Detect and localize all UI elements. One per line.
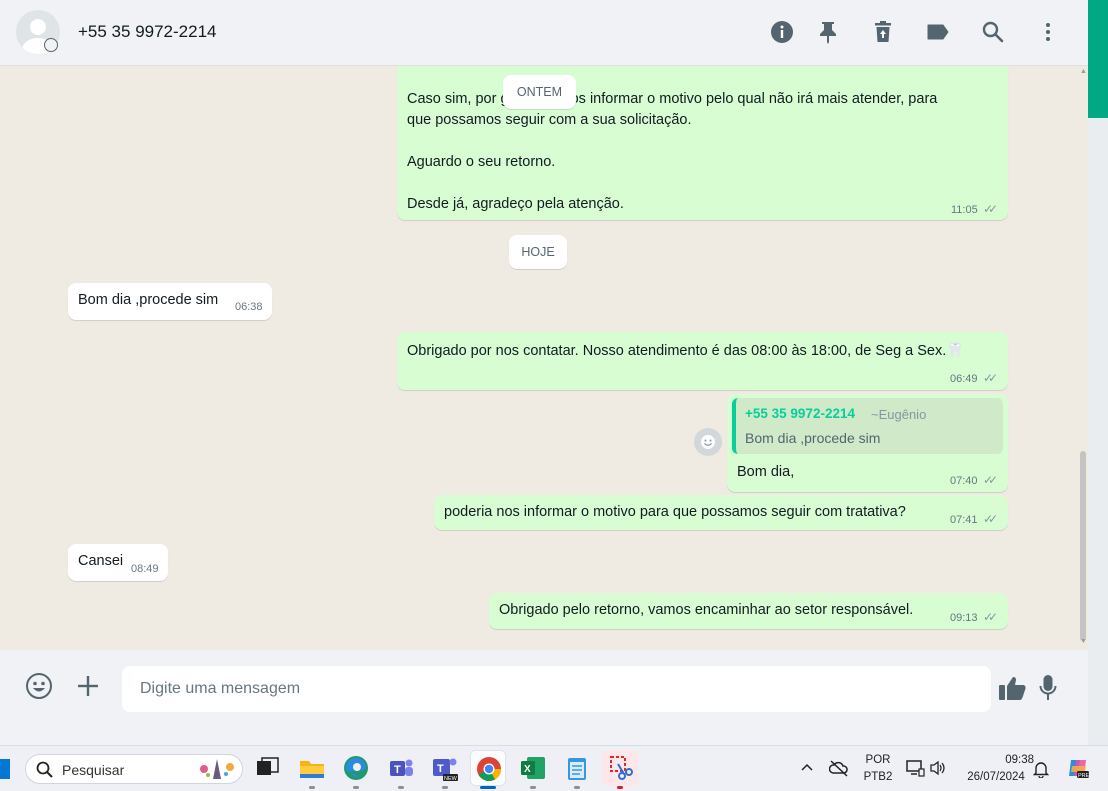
message-text: Aguardo o seu retorno. bbox=[407, 154, 556, 170]
message-text: Cansei bbox=[78, 553, 124, 569]
chrome-icon bbox=[477, 757, 501, 782]
message-incoming[interactable]: Bom dia ,procede sim 06:38 bbox=[68, 283, 272, 320]
label-icon[interactable] bbox=[924, 18, 952, 46]
svg-text:X: X bbox=[524, 764, 531, 775]
svg-text:NEW: NEW bbox=[444, 776, 458, 782]
running-indicator bbox=[309, 786, 315, 789]
notification-bell-icon[interactable] bbox=[1032, 760, 1050, 783]
scroll-down-icon[interactable]: ▼ bbox=[1080, 638, 1087, 645]
svg-text:T: T bbox=[437, 763, 444, 775]
clock-date[interactable]: 26/07/2024 bbox=[960, 771, 1032, 783]
message-outgoing-reply[interactable]: +55 35 9972-2214 ~Eugênio Bom dia ,proce… bbox=[727, 394, 1008, 492]
running-indicator bbox=[530, 786, 536, 789]
message-time: 06:38 bbox=[235, 301, 263, 313]
message-time: 09:13 bbox=[950, 612, 978, 624]
message-time: 08:49 bbox=[131, 563, 159, 575]
microphone-icon[interactable] bbox=[1039, 674, 1057, 707]
message-text: que possamos seguir com a sua solicitaçã… bbox=[407, 112, 692, 128]
date-divider: HOJE bbox=[509, 235, 567, 269]
message-input[interactable] bbox=[122, 666, 991, 712]
running-indicator bbox=[574, 786, 580, 789]
network-icon[interactable] bbox=[905, 759, 925, 782]
accent-strip bbox=[1088, 0, 1108, 118]
scroll-up-icon[interactable]: ▲ bbox=[1080, 68, 1087, 75]
start-icon[interactable] bbox=[0, 759, 10, 779]
svg-text:PRE: PRE bbox=[1078, 773, 1090, 779]
message-text: Caso sim, por gentileza nos informar o m… bbox=[407, 91, 938, 107]
file-explorer-icon[interactable] bbox=[298, 754, 326, 782]
active-indicator bbox=[480, 786, 496, 789]
quoted-author: +55 35 9972-2214 bbox=[745, 406, 855, 421]
whatsapp-window: +55 35 9972-2214 Caso sim, por gentileza… bbox=[0, 0, 1088, 722]
volume-icon[interactable] bbox=[929, 760, 947, 781]
message-text: Bom dia ,procede sim bbox=[78, 292, 219, 308]
message-text: Obrigado pelo retorno, vamos encaminhar … bbox=[499, 602, 914, 618]
message-text: Obrigado por nos contatar. Nosso atendim… bbox=[407, 343, 965, 359]
message-outgoing[interactable]: Obrigado por nos contatar. Nosso atendim… bbox=[397, 332, 1008, 390]
teams-icon[interactable]: T bbox=[387, 754, 415, 782]
attach-plus-icon[interactable] bbox=[76, 674, 100, 703]
message-time: 11:05 bbox=[951, 204, 978, 216]
notepad-icon[interactable] bbox=[563, 754, 591, 782]
running-indicator bbox=[398, 786, 404, 789]
info-icon[interactable] bbox=[768, 18, 796, 46]
windows-taskbar: Pesquisar T T NEW X POR PTB2 09:38 26/07… bbox=[0, 745, 1108, 791]
message-text: Bom dia, bbox=[737, 464, 795, 480]
side-panel-edge bbox=[1088, 0, 1108, 745]
chat-scrollbar[interactable]: ▲ ▼ bbox=[1080, 66, 1087, 650]
scrollbar-thumb[interactable] bbox=[1080, 451, 1086, 641]
quoted-alias: ~Eugênio bbox=[871, 407, 927, 422]
emoji-icon[interactable] bbox=[25, 672, 53, 705]
contact-name[interactable]: +55 35 9972-2214 bbox=[78, 22, 217, 42]
running-indicator bbox=[442, 786, 448, 789]
message-incoming[interactable]: Cansei 08:49 bbox=[68, 544, 168, 581]
copilot-icon[interactable]: PRE bbox=[1066, 756, 1090, 785]
message-outgoing[interactable]: poderia nos informar o motivo para que p… bbox=[434, 495, 1008, 530]
keyboard-layout-indicator[interactable]: PTB2 bbox=[862, 771, 894, 783]
read-ticks-icon: ✓✓ bbox=[983, 473, 998, 487]
quoted-message[interactable]: +55 35 9972-2214 ~Eugênio Bom dia ,proce… bbox=[732, 398, 1003, 454]
snipping-tool-tab[interactable] bbox=[602, 750, 638, 786]
message-time: 06:49 bbox=[950, 373, 978, 385]
running-indicator bbox=[617, 786, 623, 789]
language-indicator[interactable]: POR bbox=[862, 754, 894, 766]
snipping-tool-icon bbox=[610, 756, 633, 780]
search-icon bbox=[36, 761, 53, 778]
taskbar-search[interactable]: Pesquisar bbox=[25, 754, 243, 784]
quoted-text: Bom dia ,procede sim bbox=[745, 430, 881, 446]
pin-icon[interactable] bbox=[814, 18, 842, 46]
composer bbox=[0, 650, 1088, 722]
search-icon[interactable] bbox=[979, 18, 1007, 46]
date-divider: ONTEM bbox=[503, 75, 576, 109]
react-emoji-button[interactable] bbox=[694, 428, 722, 456]
read-ticks-icon: ✓✓ bbox=[983, 610, 998, 624]
task-view-icon[interactable] bbox=[254, 754, 282, 782]
excel-icon[interactable]: X bbox=[519, 754, 547, 782]
delete-icon[interactable] bbox=[869, 18, 897, 46]
thumbs-up-icon[interactable] bbox=[998, 675, 1028, 706]
smiley-icon bbox=[701, 435, 715, 449]
teams-new-icon[interactable]: T NEW bbox=[431, 754, 459, 782]
chevron-up-icon[interactable] bbox=[800, 760, 814, 779]
paris-search-highlight-icon bbox=[200, 759, 234, 779]
chat-header: +55 35 9972-2214 bbox=[0, 0, 1088, 66]
taskbar-search-label: Pesquisar bbox=[62, 762, 125, 778]
running-indicator bbox=[353, 786, 359, 789]
message-time: 07:41 bbox=[950, 514, 978, 526]
read-ticks-icon: ✓✓ bbox=[983, 371, 998, 385]
message-outgoing[interactable]: Caso sim, por gentileza nos informar o m… bbox=[397, 66, 1008, 220]
message-outgoing[interactable]: Obrigado pelo retorno, vamos encaminhar … bbox=[489, 593, 1008, 629]
edge-icon[interactable] bbox=[342, 754, 370, 782]
message-time: 07:40 bbox=[950, 475, 978, 487]
onedrive-offline-icon[interactable] bbox=[828, 759, 849, 782]
clock-icon bbox=[44, 38, 58, 52]
chrome-active-tab[interactable] bbox=[470, 750, 506, 786]
menu-icon[interactable] bbox=[1034, 18, 1062, 46]
svg-text:T: T bbox=[394, 764, 401, 776]
message-text: Desde já, agradeço pela atenção. bbox=[407, 196, 624, 212]
message-text: poderia nos informar o motivo para que p… bbox=[444, 504, 906, 520]
read-ticks-icon: ✓✓ bbox=[983, 202, 998, 216]
chat-messages[interactable]: Caso sim, por gentileza nos informar o m… bbox=[0, 66, 1088, 650]
read-ticks-icon: ✓✓ bbox=[983, 512, 998, 526]
